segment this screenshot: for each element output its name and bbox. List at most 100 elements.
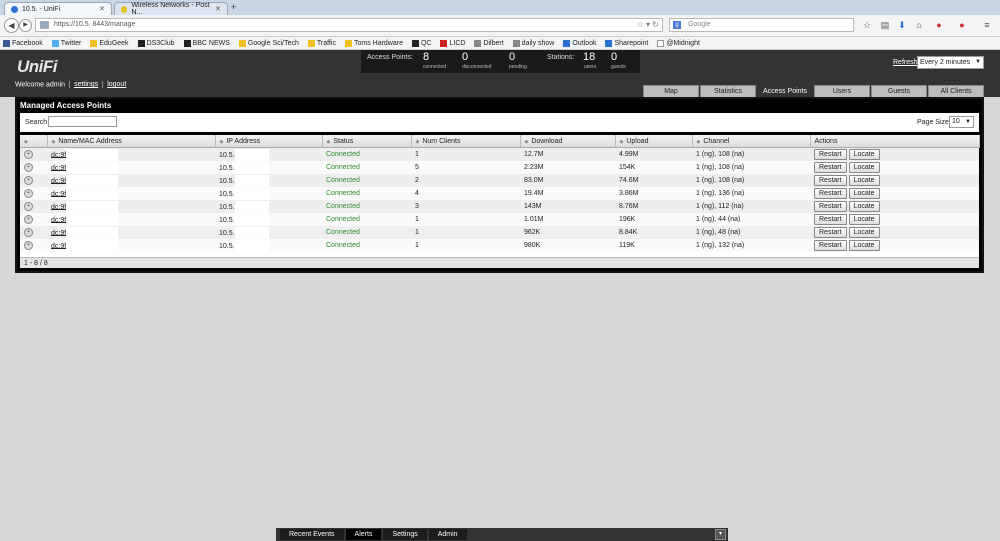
ap-mac-link[interactable]: dc:9f [51, 242, 66, 249]
bookmark-facebook[interactable]: Facebook [3, 39, 43, 47]
locate-button[interactable]: Locate [848, 149, 880, 160]
sort-icon[interactable]: ◆ [24, 139, 28, 145]
bookmark-google-sci-tech[interactable]: Google Sci/Tech [238, 39, 299, 47]
ap-search-input[interactable] [48, 116, 117, 127]
restart-button[interactable]: Restart [814, 175, 847, 186]
reload-icon[interactable]: ☆ ▾ ↻ [637, 19, 659, 31]
col-status[interactable]: ◆ Status [322, 135, 412, 148]
bookmark-outlook[interactable]: Outlook [563, 39, 596, 47]
home-icon[interactable]: ⌂ [914, 20, 924, 30]
table-row[interactable]: + dc:9f 10.5. Connected 2 83.0M 74.6M 1 (ng), 1… [20, 174, 979, 187]
locate-button[interactable]: Locate [848, 175, 880, 186]
col-ip[interactable]: ◆ IP Address [215, 135, 323, 148]
bookmark-edugeek[interactable]: EduGeek [90, 39, 129, 47]
locate-button[interactable]: Locate [848, 214, 880, 225]
expand-row-icon[interactable]: + [24, 228, 33, 237]
restart-button[interactable]: Restart [814, 214, 847, 225]
menu-icon[interactable]: ≡ [982, 20, 992, 30]
bookmark-toms-hardware[interactable]: Toms Hardware [344, 39, 403, 47]
new-tab-button[interactable]: + [231, 2, 236, 12]
restart-button[interactable]: Restart [814, 240, 847, 251]
bookmark-label: QC [420, 39, 432, 47]
tab-statistics[interactable]: Statistics [700, 85, 756, 97]
expand-row-icon[interactable]: + [24, 241, 33, 250]
close-tab-icon[interactable]: ✕ [99, 5, 105, 13]
col-channel[interactable]: ◆ Channel [692, 135, 811, 148]
expand-row-icon[interactable]: + [24, 176, 33, 185]
ap-mac-link[interactable]: dc:9f [51, 229, 66, 236]
tab-alerts[interactable]: Alerts [345, 529, 382, 540]
star-icon[interactable]: ☆ [862, 20, 872, 30]
status-badge: Connected [326, 229, 360, 236]
bookmark-traffic[interactable]: Traffic [307, 39, 336, 47]
locate-button[interactable]: Locate [848, 227, 880, 238]
col-upload[interactable]: ◆ Upload [615, 135, 693, 148]
tab-users[interactable]: Users [814, 85, 870, 97]
expand-row-icon[interactable]: + [24, 150, 33, 159]
download-icon[interactable]: ⬇ [897, 20, 907, 30]
bookmark-licd[interactable]: LICD [440, 39, 465, 47]
search-input[interactable]: g Google [669, 18, 854, 32]
ap-mac-link[interactable]: dc:9f [51, 216, 66, 223]
table-row[interactable]: + dc:9f 10.5. Connected 5 2.23M 154K 1 (ng), 10… [20, 161, 979, 174]
expand-row-icon[interactable]: + [24, 163, 33, 172]
bookmark-midnight[interactable]: @Midnight [657, 39, 700, 47]
restart-button[interactable]: Restart [814, 149, 847, 160]
expand-row-icon[interactable]: + [24, 215, 33, 224]
settings-link[interactable]: settings [74, 81, 98, 88]
refresh-interval-select[interactable]: Every 2 minutes ▼ [917, 56, 984, 69]
ap-mac-link[interactable]: dc:9f [51, 151, 66, 158]
tab-recent-events[interactable]: Recent Events [280, 529, 344, 540]
logout-link[interactable]: logout [107, 81, 126, 88]
table-row[interactable]: + dc:9f 10.5. Connected 1 980K 119K 1 (ng), 132… [20, 239, 979, 252]
expand-row-icon[interactable]: + [24, 189, 33, 198]
expand-row-icon[interactable]: + [24, 202, 33, 211]
browser-tab-wireless[interactable]: Wireless Networks - Post N... ✕ [114, 2, 228, 16]
addon-icon[interactable]: ● [934, 20, 944, 30]
bookmark-sharepoint[interactable]: Sharepoint [605, 39, 648, 47]
expand-panel-icon[interactable]: ▾ [715, 529, 726, 540]
ap-mac-link[interactable]: dc:9f [51, 164, 66, 171]
restart-button[interactable]: Restart [814, 188, 847, 199]
tab-all-clients[interactable]: All Clients [928, 85, 984, 97]
page-size-select[interactable]: 10 ▼ [949, 116, 974, 128]
table-row[interactable]: + dc:9f 10.5. Connected 4 19.4M 3.86M 1 (ng), 1… [20, 187, 979, 200]
col-num-clients[interactable]: ◆ Num Clients [411, 135, 521, 148]
tab-guests[interactable]: Guests [871, 85, 927, 97]
tab-admin[interactable]: Admin [428, 529, 467, 540]
back-button[interactable]: ◀ [4, 18, 19, 33]
ap-mac-link[interactable]: dc:9f [51, 177, 66, 184]
browser-tab-unifi[interactable]: 10.5. - UniFi ✕ [4, 2, 112, 15]
table-row[interactable]: + dc:9f 10.5. Connected 3 143M 8.76M 1 (ng), 11… [20, 200, 979, 213]
table-row[interactable]: + dc:9f 10.5. Connected 1 1.01M 196K 1 (ng), 44… [20, 213, 979, 226]
locate-button[interactable]: Locate [848, 162, 880, 173]
adblock-icon[interactable]: ● [957, 20, 967, 30]
locate-button[interactable]: Locate [848, 240, 880, 251]
refresh-link[interactable]: Refresh [893, 59, 918, 66]
tab-settings[interactable]: Settings [383, 529, 427, 540]
restart-button[interactable]: Restart [814, 227, 847, 238]
col-download[interactable]: ◆ Download [520, 135, 616, 148]
url-bar[interactable]: https://10.5. 8443/manage ☆ ▾ ↻ [35, 18, 663, 32]
table-row[interactable]: + dc:9f 10.5. Connected 1 12.7M 4.99M 1 (ng), 1… [20, 147, 979, 161]
tab-access-points[interactable]: Access Points [757, 85, 813, 97]
stats-summary: Access Points: 8 connected 0 disconnecte… [361, 50, 640, 73]
col-name-mac[interactable]: ◆ Name/MAC Address [47, 135, 216, 148]
ap-mac-link[interactable]: dc:9f [51, 190, 66, 197]
clipboard-icon[interactable]: ▤ [880, 20, 890, 30]
bookmark-daily-show[interactable]: daily show [512, 39, 554, 47]
forward-button[interactable]: ▶ [19, 19, 32, 32]
bookmark-bbc-news[interactable]: BBC NEWS [183, 39, 230, 47]
close-tab-icon[interactable]: ✕ [215, 5, 221, 13]
table-row[interactable]: + dc:9f 10.5. Connected 1 962K 8.84K 1 (ng), 48… [20, 226, 979, 239]
bookmark-dilbert[interactable]: Dilbert [474, 39, 504, 47]
locate-button[interactable]: Locate [848, 188, 880, 199]
restart-button[interactable]: Restart [814, 201, 847, 212]
bookmark-twitter[interactable]: Twitter [51, 39, 81, 47]
locate-button[interactable]: Locate [848, 201, 880, 212]
bookmark-qc[interactable]: QC [411, 39, 432, 47]
ap-mac-link[interactable]: dc:9f [51, 203, 66, 210]
tab-map[interactable]: Map [643, 85, 699, 97]
restart-button[interactable]: Restart [814, 162, 847, 173]
bookmark-ds3club[interactable]: DS3Club [137, 39, 175, 47]
